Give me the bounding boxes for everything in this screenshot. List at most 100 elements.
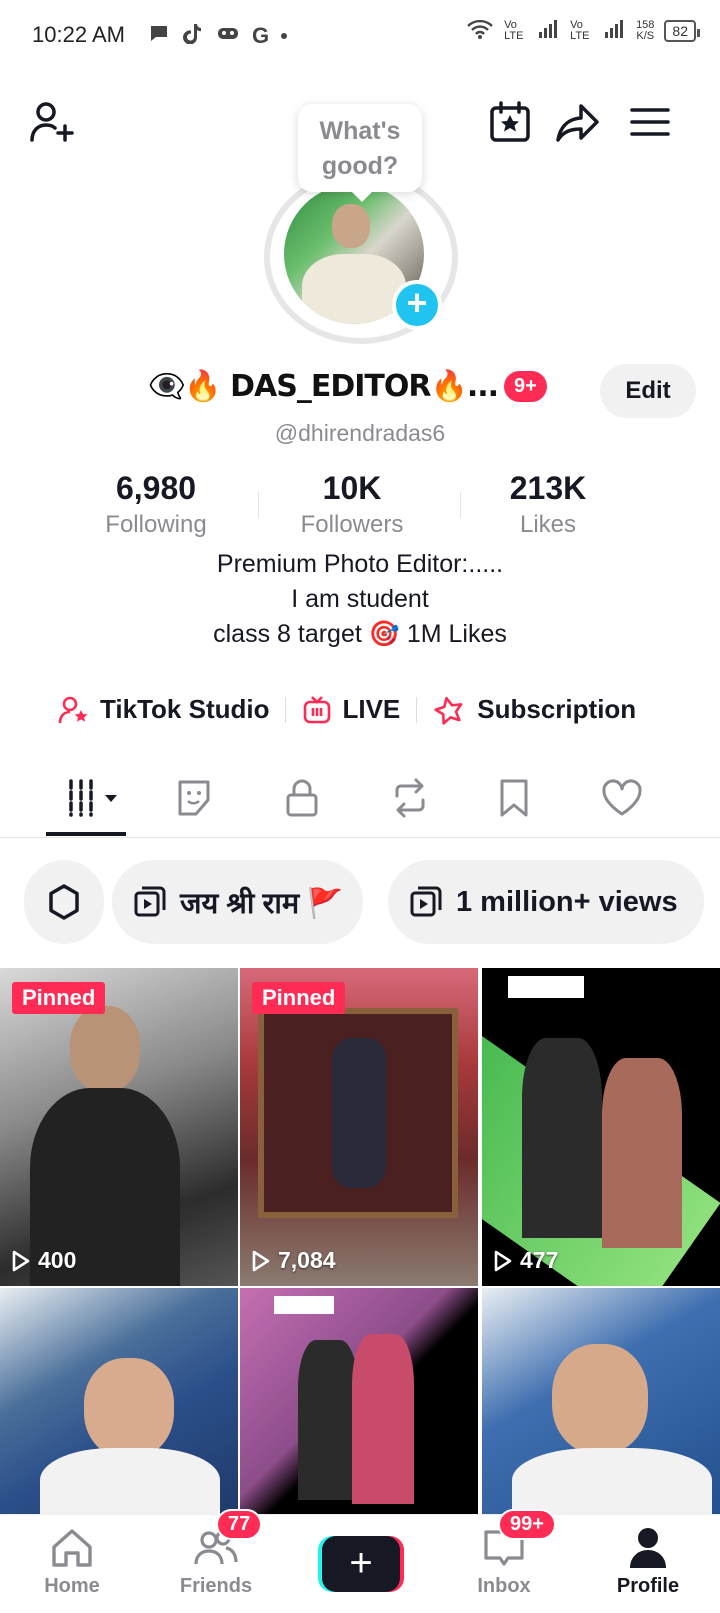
thumb-person (298, 1340, 358, 1500)
google-icon: G (252, 22, 270, 48)
username-handle: @dhirendradas6 (274, 420, 446, 446)
stat-likes[interactable]: 213K Likes (448, 470, 648, 539)
playlist-label-2: 1 million+ views (456, 885, 678, 918)
nav-home[interactable]: Home (0, 1515, 144, 1613)
thumb-face (552, 1344, 648, 1454)
thumb-person (352, 1334, 414, 1504)
name-row: 👁‍🗨🔥 DAS_EDITOR🔥... 9+ (148, 362, 547, 410)
friends-count-badge: 77 (216, 1509, 263, 1540)
status-bar: 10:22 AM G Vo LTE Vo LTE 158 K/S 82 (0, 0, 720, 72)
likes-count: 213K (509, 470, 587, 506)
thumb-idol (332, 1038, 386, 1188)
link-separator (285, 696, 287, 723)
filter-settings-chip[interactable] (24, 860, 104, 944)
battery-indicator: 82 (664, 19, 700, 42)
bio-line-3: class 8 target 🎯 1M Likes (213, 620, 507, 648)
calendar-button[interactable] (486, 98, 534, 146)
add-story-button[interactable]: + (392, 280, 442, 330)
add-friend-icon (30, 102, 74, 142)
likes-label: Likes (519, 511, 577, 538)
play-icon (494, 1250, 512, 1271)
share-profile-button[interactable] (554, 98, 602, 146)
add-friend-button[interactable] (26, 96, 78, 148)
link-separator (416, 696, 418, 723)
signal-icon-2 (604, 19, 626, 42)
edit-profile-button[interactable]: Edit (600, 364, 696, 418)
repost-icon (395, 778, 425, 818)
share-icon (556, 104, 599, 142)
network-label-2: Vo LTE (570, 18, 590, 42)
tab-reposts-sticker[interactable] (164, 774, 224, 822)
thumb-shirt (40, 1448, 220, 1514)
video-thumbnail[interactable]: Pinned 400 (0, 968, 238, 1286)
video-thumbnail[interactable]: 477 (482, 968, 720, 1286)
sticker-icon (178, 780, 210, 816)
playlist-icon (134, 886, 166, 917)
video-thumbnail[interactable] (482, 1288, 720, 1514)
view-count: 477 (494, 1247, 558, 1274)
bookmark-icon (500, 779, 528, 817)
thumb-caption (508, 976, 584, 998)
video-thumbnail[interactable] (0, 1288, 238, 1514)
speed-readout: 158 K/S (636, 19, 654, 42)
nav-home-label: Home (44, 1575, 100, 1597)
thumb-face (84, 1358, 174, 1458)
tab-private[interactable] (272, 774, 332, 822)
system-icons: Vo LTE Vo LTE 158 K/S 82 (466, 18, 700, 43)
plus-icon: + (322, 1536, 400, 1592)
heart-icon (602, 779, 642, 816)
story-prompt-bubble[interactable]: What's good? (298, 104, 422, 202)
tab-reposts[interactable] (380, 774, 440, 822)
view-count: 400 (12, 1247, 76, 1274)
playlist-chip-1-million[interactable]: 1 million+ views (388, 860, 704, 944)
subscription-star-icon (434, 696, 463, 725)
tiktok-studio-link[interactable]: TikTok Studio (58, 694, 269, 725)
home-icon (47, 1525, 97, 1571)
view-count-value: 477 (520, 1247, 559, 1273)
content-tabs (0, 752, 720, 838)
followers-label: Followers (300, 511, 404, 538)
following-label: Following (105, 511, 207, 538)
game-icon (216, 24, 240, 47)
calendar-star-icon (490, 101, 530, 142)
subscription-label: Subscription (477, 694, 637, 724)
subscription-link[interactable]: Subscription (433, 694, 636, 725)
stat-followers[interactable]: 10K Followers (252, 470, 452, 539)
playlist-label-1: जय श्री राम 🚩 (180, 887, 344, 920)
tiktok-studio-label: TikTok Studio (100, 694, 270, 724)
live-link[interactable]: LIVE (302, 694, 400, 725)
video-thumbnail[interactable]: Pinned 7,084 (240, 968, 478, 1286)
profile-links: TikTok Studio LIVE Subscription (58, 694, 636, 725)
nav-profile[interactable]: Profile (576, 1515, 720, 1613)
menu-button[interactable] (626, 98, 674, 146)
live-tv-icon (304, 695, 331, 723)
nav-friends[interactable]: 77 Friends (144, 1509, 288, 1613)
stat-following[interactable]: 6,980 Following (56, 470, 256, 539)
notification-icons: G (148, 22, 288, 49)
following-count: 6,980 (115, 470, 197, 506)
video-thumbnail[interactable] (240, 1288, 478, 1514)
thumb-person (602, 1058, 682, 1248)
followers-count: 10K (322, 470, 382, 506)
tab-videos[interactable] (62, 774, 126, 822)
tiktok-icon (182, 22, 204, 49)
menu-icon (630, 108, 670, 136)
nav-inbox[interactable]: 99+ Inbox (432, 1509, 576, 1613)
avatar-shirt (302, 254, 406, 324)
thumb-person (522, 1038, 602, 1238)
tab-liked[interactable] (592, 774, 652, 822)
settings-hexagon-icon (49, 884, 79, 920)
grid-dropdown-icon (69, 779, 117, 817)
tab-favorites[interactable] (484, 774, 544, 822)
person-star-icon (58, 696, 88, 723)
notification-badge[interactable]: 9+ (504, 370, 547, 402)
wifi-icon (466, 18, 494, 43)
playlist-chip-jai-shree-ram[interactable]: जय श्री राम 🚩 (112, 860, 364, 944)
create-button[interactable]: + (318, 1536, 404, 1592)
lock-icon (286, 779, 318, 817)
story-prompt-text: What's good? (319, 117, 401, 180)
pinned-badge: Pinned (252, 982, 346, 1014)
bio-line-1: Premium Photo Editor:..... (216, 550, 504, 578)
network-label-1: Vo LTE (504, 18, 524, 42)
active-tab-indicator (46, 832, 126, 836)
